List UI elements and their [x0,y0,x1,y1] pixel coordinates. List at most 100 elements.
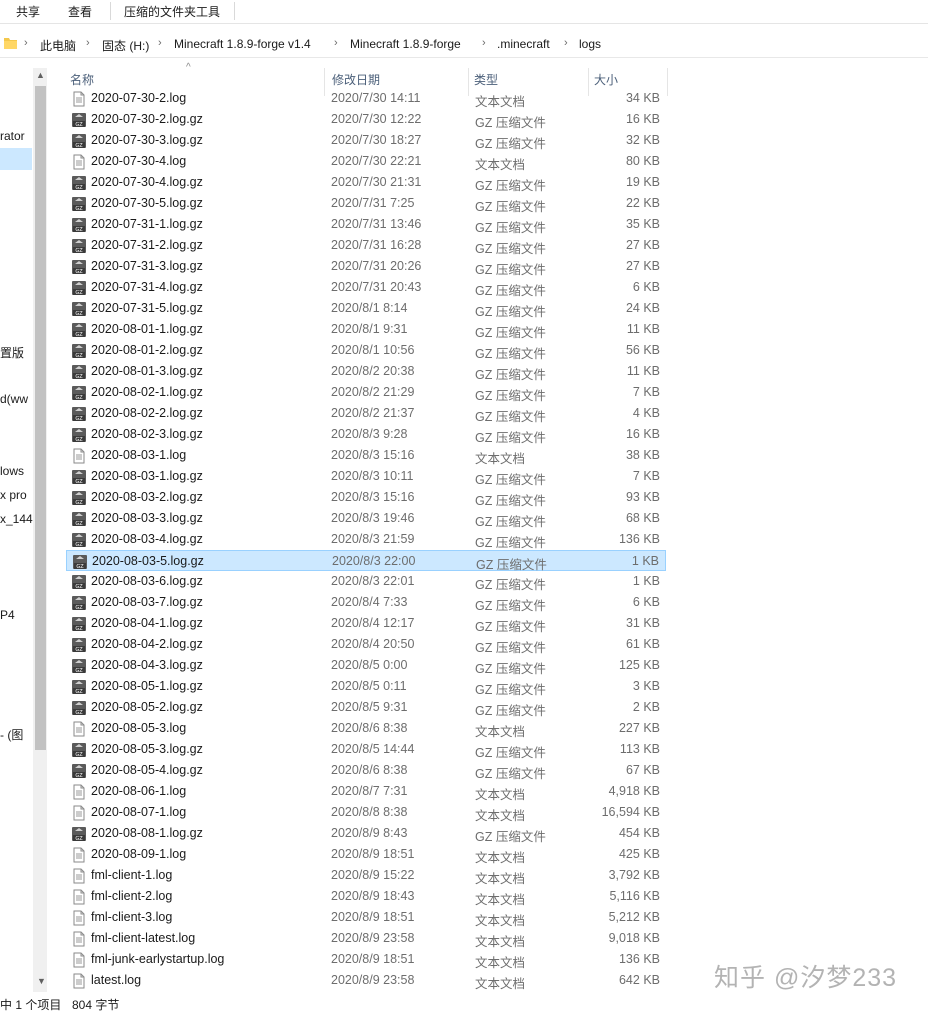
breadcrumb-drive-h[interactable]: 固态 (H:) [102,37,149,54]
tab-share[interactable]: 共享 [16,3,40,20]
svg-text:GZ: GZ [75,773,83,779]
chevron-right-icon[interactable]: › [334,37,338,49]
file-row[interactable]: GZ 2020-07-31-5.log.gz 2020/8/1 8:14 GZ 压缩文… [66,298,666,319]
file-date-modified: 2020/8/2 21:37 [331,406,415,420]
file-name: 2020-07-31-1.log.gz [91,217,203,231]
file-row[interactable]: fml-client-latest.log 2020/8/9 23:58 文本文档 9… [66,928,666,949]
file-row[interactable]: 2020-08-06-1.log 2020/8/7 7:31 文本文档 4,918 K… [66,781,666,802]
tab-compressed-folder-tools[interactable]: 压缩的文件夹工具 [124,3,220,20]
file-row[interactable]: GZ 2020-07-30-3.log.gz 2020/7/30 18:27 GZ 压… [66,130,666,151]
breadcrumb-minecraft-forge[interactable]: Minecraft 1.8.9-forge [350,37,461,51]
file-row[interactable]: GZ 2020-07-30-4.log.gz 2020/7/30 21:31 GZ 压… [66,172,666,193]
file-row[interactable]: 2020-08-03-1.log 2020/8/3 15:16 文本文档 38 KB [66,445,666,466]
chevron-right-icon[interactable]: › [24,37,28,49]
file-type: GZ 压缩文件 [475,830,546,844]
file-name: 2020-07-30-3.log.gz [91,133,203,147]
file-row[interactable]: fml-client-2.log 2020/8/9 18:43 文本文档 5,116 … [66,886,666,907]
file-name: 2020-07-30-2.log.gz [91,112,203,126]
file-name: 2020-08-04-1.log.gz [91,616,203,630]
file-name: 2020-07-31-2.log.gz [91,238,203,252]
file-row[interactable]: GZ 2020-08-03-7.log.gz 2020/8/4 7:33 GZ 压缩文… [66,592,666,613]
file-row[interactable]: 2020-08-05-3.log 2020/8/6 8:38 文本文档 227 KB [66,718,666,739]
file-row[interactable]: 2020-08-07-1.log 2020/8/8 8:38 文本文档 16,594 … [66,802,666,823]
file-row[interactable]: GZ 2020-07-31-3.log.gz 2020/7/31 20:26 GZ 压… [66,256,666,277]
file-size: 6 KB [632,280,660,294]
file-row[interactable]: GZ 2020-08-02-1.log.gz 2020/8/2 21:29 GZ 压缩… [66,382,666,403]
file-list[interactable]: 2020-07-30-2.log 2020/7/30 14:11 文本文档 34 KB… [66,88,666,990]
navigation-pane[interactable]: rator 置版 d(ww lows x pro x_144 P4 - (图 ▲… [0,62,48,992]
file-name: 2020-08-06-1.log [91,784,187,798]
file-row[interactable]: GZ 2020-08-04-3.log.gz 2020/8/5 0:00 GZ 压缩文… [66,655,666,676]
file-row[interactable]: GZ 2020-08-03-6.log.gz 2020/8/3 22:01 GZ 压缩… [66,571,666,592]
file-row[interactable]: GZ 2020-08-01-1.log.gz 2020/8/1 9:31 GZ 压缩文… [66,319,666,340]
file-row[interactable]: GZ 2020-07-30-5.log.gz 2020/7/31 7:25 GZ 压缩… [66,193,666,214]
column-divider[interactable] [667,68,668,96]
file-row[interactable]: GZ 2020-08-02-3.log.gz 2020/8/3 9:28 GZ 压缩文… [66,424,666,445]
file-row[interactable]: GZ 2020-08-01-3.log.gz 2020/8/2 20:38 GZ 压缩… [66,361,666,382]
breadcrumb-minecraft-v14[interactable]: Minecraft 1.8.9-forge v1.4 [174,37,311,51]
nav-item[interactable]: P4 [0,608,15,622]
file-row[interactable]: GZ 2020-07-30-2.log.gz 2020/7/30 12:22 GZ 压… [66,109,666,130]
file-row[interactable]: GZ 2020-07-31-2.log.gz 2020/7/31 16:28 GZ 压… [66,235,666,256]
text-file-icon [71,910,87,926]
file-size: 19 KB [625,175,660,189]
nav-item[interactable]: - (图 [0,726,23,743]
scroll-down-icon[interactable]: ▼ [37,976,46,986]
nav-item[interactable]: d(ww [0,392,28,406]
gz-file-icon: GZ [71,259,87,275]
file-type: GZ 压缩文件 [475,662,546,676]
breadcrumb-logs[interactable]: logs [579,37,601,51]
file-row[interactable]: GZ 2020-08-04-2.log.gz 2020/8/4 20:50 GZ 压缩… [66,634,666,655]
file-row[interactable]: GZ 2020-08-03-3.log.gz 2020/8/3 19:46 GZ 压缩… [66,508,666,529]
file-type: 文本文档 [475,956,526,970]
file-row[interactable]: GZ 2020-08-02-2.log.gz 2020/8/2 21:37 GZ 压缩… [66,403,666,424]
file-row[interactable]: latest.log 2020/8/9 23:58 文本文档 642 KB [66,970,666,990]
file-row[interactable]: GZ 2020-08-05-2.log.gz 2020/8/5 9:31 GZ 压缩文… [66,697,666,718]
file-row[interactable]: 2020-07-30-4.log 2020/7/30 22:21 文本文档 80 KB [66,151,666,172]
file-type: 文本文档 [475,914,526,928]
address-bar[interactable]: › 此电脑 › 固态 (H:) › Minecraft 1.8.9-forge … [0,30,928,58]
nav-item[interactable]: x pro [0,488,27,502]
breadcrumb-dot-minecraft[interactable]: .minecraft [497,37,550,51]
nav-item[interactable]: 置版 [0,344,24,361]
file-row[interactable]: fml-client-1.log 2020/8/9 15:22 文本文档 3,792 … [66,865,666,886]
file-row[interactable]: 2020-07-30-2.log 2020/7/30 14:11 文本文档 34 KB [66,88,666,109]
nav-item[interactable]: x_144 [0,512,33,526]
file-row[interactable]: fml-junk-earlystartup.log 2020/8/9 18:51 文… [66,949,666,970]
file-row[interactable]: GZ 2020-08-03-5.log.gz 2020/8/3 22:00 GZ 压缩… [66,550,666,572]
file-size: 454 KB [618,826,660,840]
file-row[interactable]: fml-client-3.log 2020/8/9 18:51 文本文档 5,212 … [66,907,666,928]
file-name: 2020-08-03-1.log [91,448,187,462]
file-row[interactable]: GZ 2020-07-31-1.log.gz 2020/7/31 13:46 GZ 压… [66,214,666,235]
file-size: 16,594 KB [601,805,660,819]
file-date-modified: 2020/8/7 7:31 [331,784,408,798]
file-row[interactable]: GZ 2020-08-08-1.log.gz 2020/8/9 8:43 GZ 压缩文… [66,823,666,844]
svg-text:GZ: GZ [76,564,84,570]
nav-selected-item[interactable] [0,148,32,170]
file-row[interactable]: GZ 2020-08-05-4.log.gz 2020/8/6 8:38 GZ 压缩文… [66,760,666,781]
file-row[interactable]: GZ 2020-08-03-1.log.gz 2020/8/3 10:11 GZ 压缩… [66,466,666,487]
nav-item[interactable]: lows [0,464,24,478]
file-row[interactable]: GZ 2020-08-01-2.log.gz 2020/8/1 10:56 GZ 压缩… [66,340,666,361]
scroll-up-icon[interactable]: ▲ [36,70,45,80]
file-type: GZ 压缩文件 [475,494,546,508]
chevron-right-icon[interactable]: › [564,37,568,49]
tab-view[interactable]: 查看 [68,3,92,20]
file-name: fml-client-2.log [91,889,173,903]
chevron-right-icon[interactable]: › [86,37,90,49]
chevron-right-icon[interactable]: › [158,37,162,49]
nav-scrollbar-thumb[interactable] [35,86,46,750]
file-row[interactable]: GZ 2020-07-31-4.log.gz 2020/7/31 20:43 GZ 压… [66,277,666,298]
file-row[interactable]: GZ 2020-08-05-3.log.gz 2020/8/5 14:44 GZ 压缩… [66,739,666,760]
file-row[interactable]: 2020-08-09-1.log 2020/8/9 18:51 文本文档 425 KB [66,844,666,865]
nav-item[interactable]: rator [0,129,25,143]
chevron-right-icon[interactable]: › [482,37,486,49]
breadcrumb-this-pc[interactable]: 此电脑 [40,37,76,54]
file-name: 2020-08-05-2.log.gz [91,700,203,714]
file-date-modified: 2020/7/31 20:43 [331,280,422,294]
file-row[interactable]: GZ 2020-08-03-2.log.gz 2020/8/3 15:16 GZ 压缩… [66,487,666,508]
file-row[interactable]: GZ 2020-08-05-1.log.gz 2020/8/5 0:11 GZ 压缩文… [66,676,666,697]
svg-text:GZ: GZ [75,311,83,317]
file-row[interactable]: GZ 2020-08-03-4.log.gz 2020/8/3 21:59 GZ 压缩… [66,529,666,550]
file-row[interactable]: GZ 2020-08-04-1.log.gz 2020/8/4 12:17 GZ 压缩… [66,613,666,634]
